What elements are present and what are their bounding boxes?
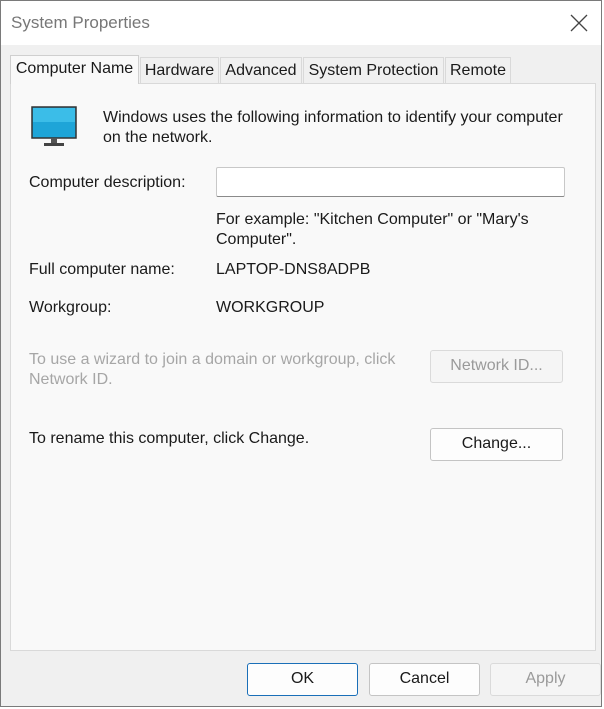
close-icon xyxy=(570,14,588,32)
tab-advanced[interactable]: Advanced xyxy=(220,57,302,83)
system-properties-dialog: System Properties Computer Name Hardware… xyxy=(0,0,602,707)
workgroup-label: Workgroup: xyxy=(29,299,112,316)
rename-text: To rename this computer, click Change. xyxy=(29,430,310,447)
tab-system-protection[interactable]: System Protection xyxy=(303,57,444,83)
computer-description-label: Computer description: xyxy=(29,174,186,191)
tab-remote[interactable]: Remote xyxy=(445,57,511,83)
computer-name-panel: Windows uses the following information t… xyxy=(10,83,596,651)
network-id-button[interactable]: Network ID... xyxy=(430,350,563,383)
tab-computer-name[interactable]: Computer Name xyxy=(10,55,139,84)
computer-monitor-icon xyxy=(31,106,77,146)
apply-button[interactable]: Apply xyxy=(490,663,601,696)
workgroup-value: WORKGROUP xyxy=(216,299,325,316)
title-bar[interactable]: System Properties xyxy=(1,1,601,45)
full-computer-name-label: Full computer name: xyxy=(29,261,175,278)
window-title: System Properties xyxy=(11,13,150,32)
full-computer-name-value: LAPTOP-DNS8ADPB xyxy=(216,261,371,278)
tab-hardware[interactable]: Hardware xyxy=(140,57,219,83)
intro-text: Windows uses the following information t… xyxy=(103,109,563,146)
tab-strip: Computer Name Hardware Advanced System P… xyxy=(1,45,601,84)
ok-button[interactable]: OK xyxy=(247,663,358,696)
change-button[interactable]: Change... xyxy=(430,428,563,461)
cancel-button[interactable]: Cancel xyxy=(369,663,480,696)
close-button[interactable] xyxy=(557,1,601,45)
computer-description-input[interactable] xyxy=(216,167,565,197)
example-text: For example: "Kitchen Computer" or "Mary… xyxy=(216,211,529,248)
network-id-text: To use a wizard to join a domain or work… xyxy=(29,351,396,388)
